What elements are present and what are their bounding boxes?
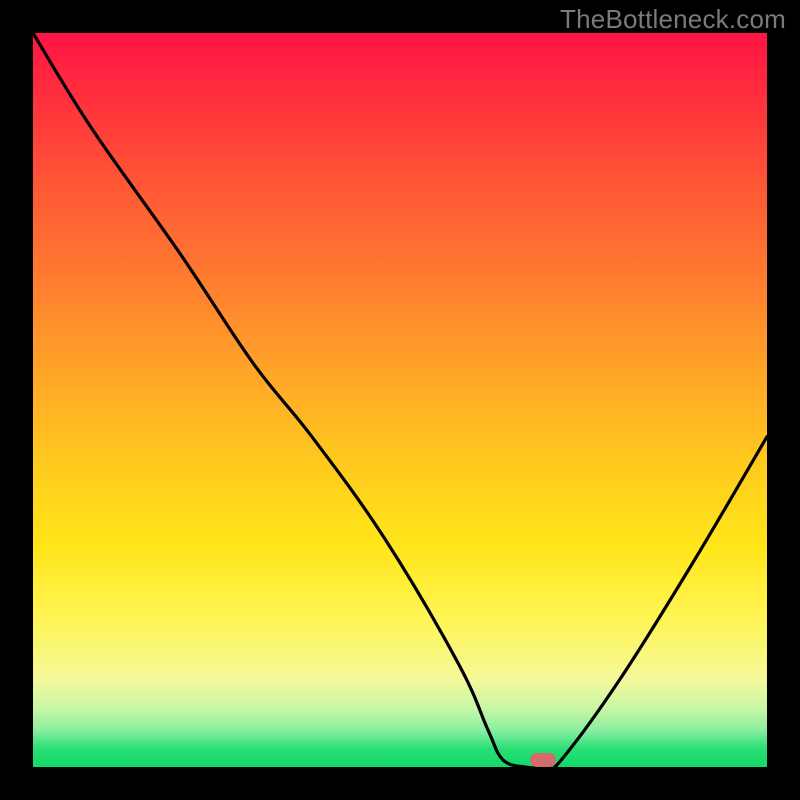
watermark-text: TheBottleneck.com <box>560 4 786 35</box>
bottleneck-curve <box>33 33 767 767</box>
plot-area <box>33 33 767 767</box>
chart-frame: TheBottleneck.com <box>0 0 800 800</box>
optimal-marker <box>530 753 556 767</box>
